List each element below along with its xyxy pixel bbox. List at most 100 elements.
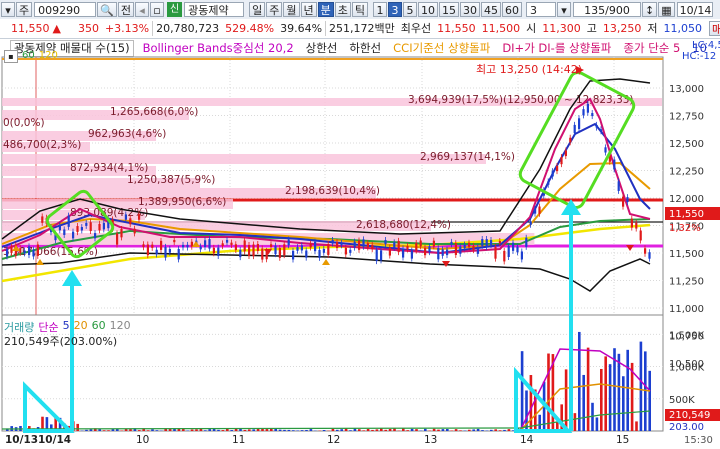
period-second-button[interactable]: 초 — [334, 2, 351, 17]
interval-45-button[interactable]: 45 — [481, 2, 502, 17]
candle-body — [168, 248, 171, 253]
period-month-button[interactable]: 월 — [283, 2, 300, 17]
candle-body — [639, 230, 642, 241]
candle-body — [102, 223, 105, 230]
vol-value-text: 210,549 — [669, 410, 710, 421]
candle-body — [164, 246, 167, 258]
candle-body — [94, 233, 97, 239]
hc-label: HC:-12 — [682, 51, 717, 62]
candle-body — [494, 247, 497, 259]
volume-bar — [340, 429, 343, 431]
volume-bar — [380, 428, 383, 431]
low-price: 11,050 — [663, 22, 703, 35]
volume-bar — [503, 429, 506, 431]
chevron-down-icon[interactable]: ▾ — [557, 2, 572, 17]
candle-body — [67, 215, 70, 227]
speaker-icon[interactable]: ◂ — [134, 2, 149, 17]
low-label: 저 — [647, 22, 658, 35]
stock-code-input[interactable]: 009290 — [34, 2, 97, 17]
interval-select[interactable]: 3 — [526, 2, 557, 17]
volume-bar — [102, 430, 106, 431]
candle-body — [595, 124, 598, 128]
volume-bar — [375, 429, 379, 431]
date-field[interactable]: 10/14 — [676, 2, 713, 17]
search-icon[interactable]: 🔍 — [97, 2, 117, 17]
interval-1-button[interactable]: 1 — [373, 2, 388, 17]
candle-body — [182, 244, 185, 248]
vp-label: 2,618,680(12,4%) — [356, 219, 451, 231]
volume-bar — [300, 430, 304, 431]
candle-body — [573, 124, 576, 134]
volume-bar — [336, 429, 339, 431]
volume-bar — [252, 429, 255, 431]
candle-body — [133, 228, 136, 234]
interval-60-button[interactable]: 60 — [502, 2, 523, 17]
volume-bar — [265, 429, 269, 431]
candle-body — [362, 239, 365, 247]
candle-body — [177, 248, 180, 260]
prev-button[interactable]: 전 — [117, 2, 134, 17]
stock-name[interactable]: 광동제약 — [184, 2, 245, 17]
vp-label: 962,963(4,6%) — [88, 128, 166, 140]
volume-bar — [217, 429, 220, 431]
volume-bar — [366, 429, 370, 431]
period-day-button[interactable]: 일 — [249, 2, 266, 17]
candle-body — [155, 249, 158, 255]
candle-body — [560, 157, 563, 165]
volume-bar — [111, 429, 115, 431]
settings-icon[interactable]: ▪ — [4, 50, 18, 63]
candle-body — [402, 248, 405, 258]
volume-bar — [296, 430, 299, 431]
candle-body — [371, 244, 374, 250]
interval-5-button[interactable]: 5 — [403, 2, 418, 17]
volume-bar — [151, 429, 154, 431]
interval-15-button[interactable]: 15 — [439, 2, 460, 17]
period-year-button[interactable]: 년 — [300, 2, 317, 17]
vp-label: 872,934(4,1%) — [70, 162, 148, 174]
candle-body — [129, 218, 132, 225]
legend-ma120[interactable]: 120 — [39, 50, 58, 61]
candle-body — [243, 240, 246, 252]
volume-bar — [573, 413, 577, 431]
calendar-icon[interactable]: ▦ — [658, 2, 675, 17]
data-count-field[interactable]: 135/900 — [573, 2, 642, 17]
volume-bar — [415, 429, 418, 431]
weekly-toggle-button[interactable]: 주 — [16, 2, 33, 17]
legend-ma60[interactable]: 60 — [22, 50, 35, 61]
volume-bar — [292, 430, 295, 431]
candle-body — [208, 239, 211, 249]
candle-body — [146, 244, 149, 256]
interval-3-button[interactable]: 3 — [388, 2, 403, 17]
candle-body — [63, 229, 66, 235]
volume-bar — [432, 428, 436, 431]
volume-bar — [446, 428, 449, 431]
open-price: 11,300 — [542, 22, 581, 35]
interval-10-button[interactable]: 10 — [418, 2, 439, 17]
candle-body — [512, 242, 515, 251]
interval-30-button[interactable]: 30 — [460, 2, 481, 17]
candle-body — [226, 239, 229, 243]
candle-body — [428, 246, 431, 253]
candle-body — [538, 206, 541, 214]
candle-body — [296, 247, 299, 251]
current-price: 11,550 — [11, 22, 50, 35]
turnover: 39.64% — [280, 22, 323, 35]
buy-button[interactable]: 매수 — [709, 21, 720, 36]
candle-body — [384, 240, 387, 245]
down-arrow-button[interactable]: ▾ — [1, 2, 15, 17]
stepper-button[interactable]: ↕ — [642, 2, 658, 17]
period-tick-button[interactable]: 틱 — [351, 2, 369, 17]
volume-bar — [578, 331, 581, 431]
price-volume-chart[interactable]: 3,694,939(17,5%)(12,950,00 ~ 12,823,33) 1… — [0, 39, 720, 449]
copy-icon[interactable]: ▫ — [149, 2, 164, 17]
period-buttons: 일 주 월 년 분 초 틱 — [248, 2, 369, 17]
volume-bar — [538, 414, 541, 431]
volume-bar — [437, 429, 440, 431]
period-minute-button[interactable]: 분 — [317, 2, 334, 17]
volume-bar — [595, 417, 599, 431]
period-week-button[interactable]: 주 — [266, 2, 283, 17]
candle-body — [551, 171, 554, 177]
candle-body — [578, 118, 581, 129]
candle-body — [252, 244, 255, 257]
best-bid: 11,500 — [481, 22, 521, 35]
